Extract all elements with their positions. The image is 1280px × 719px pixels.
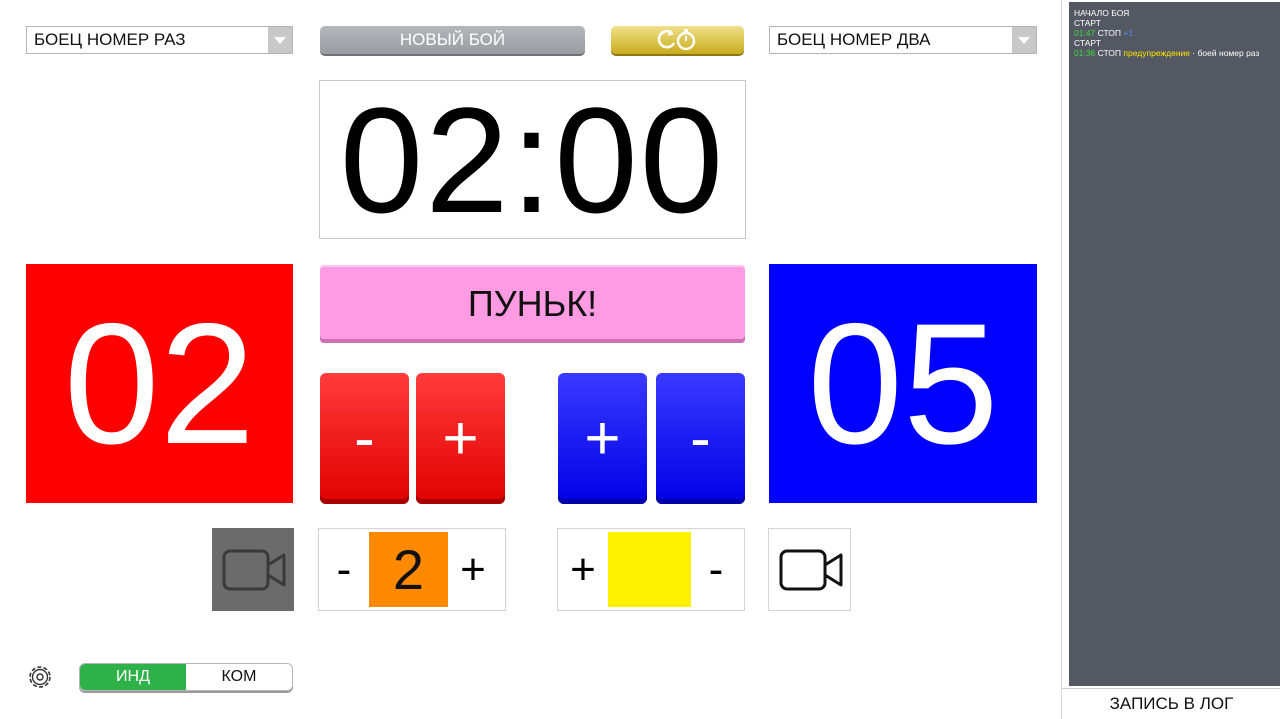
red-minus-button[interactable]: - bbox=[320, 373, 409, 504]
log-sidebar: НАЧАЛО БОЯ СТАРТ 01:47 СТОП +1 СТАРТ 01:36 С… bbox=[1061, 0, 1280, 719]
reset-timer-button[interactable] bbox=[611, 26, 744, 54]
blue-video-review-button[interactable] bbox=[768, 528, 851, 611]
gear-icon bbox=[29, 666, 51, 688]
reset-stopwatch-icon bbox=[657, 29, 695, 51]
log-entry-text: СТОП bbox=[1095, 48, 1124, 58]
log-entry-text: боей номер раз bbox=[1197, 48, 1260, 58]
settings-button[interactable] bbox=[26, 663, 54, 691]
blue-counter-minus-button[interactable]: - bbox=[691, 547, 741, 592]
new-fight-button[interactable]: НОВЫЙ БОЙ bbox=[320, 26, 585, 54]
log-entry-text: СТАРТ bbox=[1074, 18, 1101, 28]
fight-timer[interactable]: 02:00 bbox=[319, 80, 746, 239]
red-counter-minus-button[interactable]: - bbox=[319, 547, 369, 592]
log-entry-text: СТАРТ bbox=[1074, 38, 1101, 48]
log-entry: СТАРТ bbox=[1074, 18, 1275, 28]
log-entry-text: · bbox=[1190, 48, 1198, 58]
chevron-down-icon[interactable] bbox=[1012, 27, 1036, 53]
blue-plus-button[interactable]: + bbox=[558, 373, 647, 504]
punk-button[interactable]: ПУНЬК! bbox=[320, 265, 745, 343]
chevron-down-icon[interactable] bbox=[268, 27, 292, 53]
mode-toggle[interactable]: ИНД КОМ bbox=[79, 663, 293, 691]
red-video-review-button[interactable] bbox=[212, 528, 294, 611]
blue-counter-plus-button[interactable]: + bbox=[558, 547, 608, 592]
fighter-two-value: БОЕЦ НОМЕР ДВА bbox=[777, 30, 931, 49]
log-entry-text: +1 bbox=[1123, 28, 1134, 38]
blue-score: 05 bbox=[769, 264, 1037, 503]
video-camera-icon bbox=[222, 549, 286, 590]
log-entry-text: НАЧАЛО БОЯ bbox=[1074, 8, 1130, 18]
event-log[interactable]: НАЧАЛО БОЯ СТАРТ 01:47 СТОП +1 СТАРТ 01:36 С… bbox=[1069, 2, 1280, 686]
red-counter-value: 2 bbox=[369, 532, 448, 607]
red-warning-counter: - 2 + bbox=[318, 528, 506, 611]
blue-counter-value bbox=[608, 532, 691, 607]
log-entry-text: 01:47 bbox=[1074, 28, 1096, 38]
video-camera-icon bbox=[779, 549, 842, 590]
fighter-one-value: БОЕЦ НОМЕР РАЗ bbox=[34, 30, 186, 49]
log-entry-text: предупреждение bbox=[1123, 48, 1190, 58]
red-counter-plus-button[interactable]: + bbox=[448, 547, 498, 592]
log-entry-text: СТОП bbox=[1095, 28, 1124, 38]
red-score: 02 bbox=[26, 264, 293, 503]
mode-team-option[interactable]: КОМ bbox=[186, 664, 292, 690]
blue-minus-button[interactable]: - bbox=[656, 373, 745, 504]
log-entry-text: 01:36 bbox=[1074, 48, 1096, 58]
log-entry: 01:47 СТОП +1 bbox=[1074, 28, 1275, 38]
log-entry: СТАРТ bbox=[1074, 38, 1275, 48]
log-entry: 01:36 СТОП предупреждение · боей номер р… bbox=[1074, 48, 1275, 58]
fighter-two-select[interactable]: БОЕЦ НОМЕР ДВА bbox=[769, 26, 1037, 54]
fighter-one-select[interactable]: БОЕЦ НОМЕР РАЗ bbox=[26, 26, 293, 54]
blue-warning-counter: + - bbox=[557, 528, 745, 611]
mode-individual-option[interactable]: ИНД bbox=[80, 664, 186, 690]
write-log-button[interactable]: ЗАПИСЬ В ЛОГ bbox=[1062, 688, 1280, 719]
red-plus-button[interactable]: + bbox=[416, 373, 505, 504]
log-entry: НАЧАЛО БОЯ bbox=[1074, 8, 1275, 18]
